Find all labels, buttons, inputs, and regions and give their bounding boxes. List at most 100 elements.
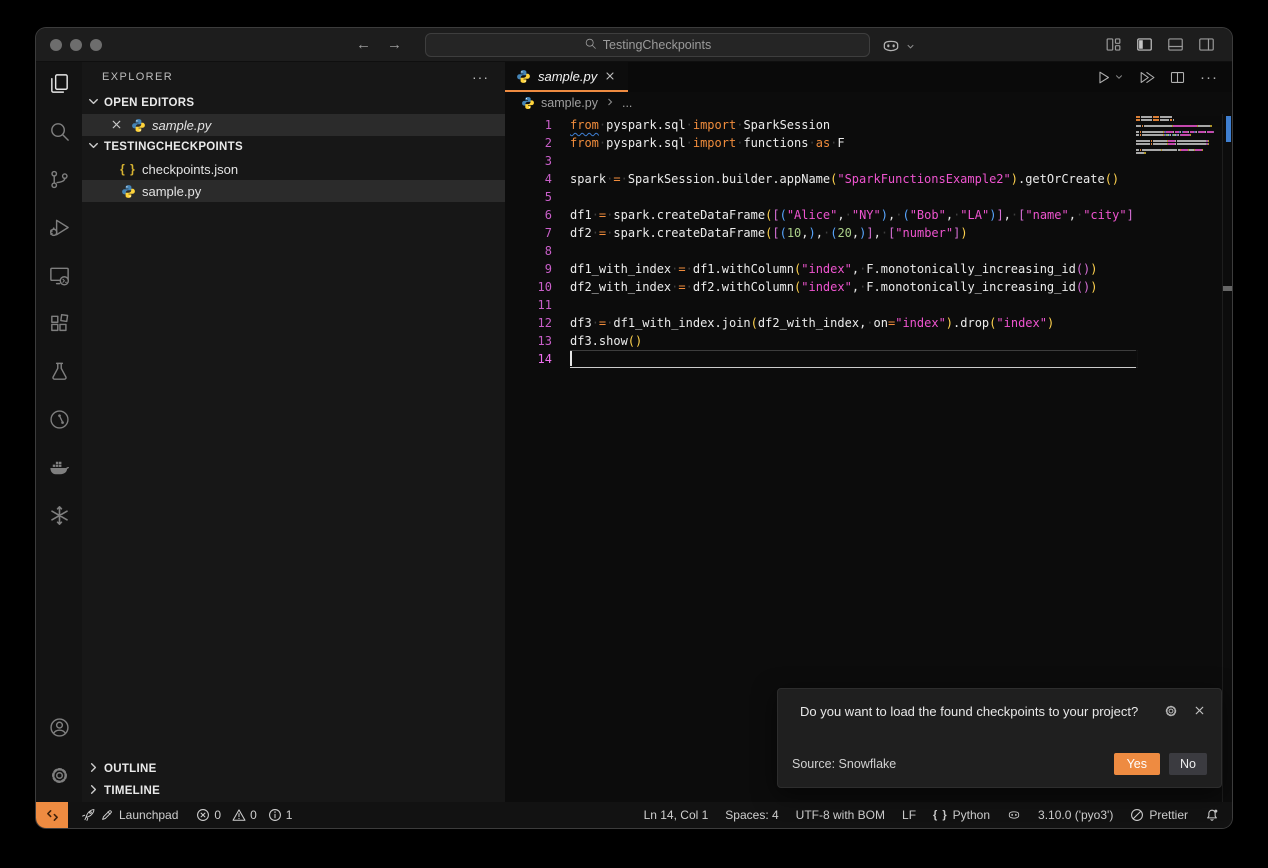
- copilot-menu[interactable]: [881, 36, 916, 56]
- code-line[interactable]: 12df3·=·df1_with_index.join(df2_with_ind…: [505, 314, 1232, 332]
- file-sample-py[interactable]: sample.py: [82, 180, 505, 202]
- code-line[interactable]: 14: [505, 350, 1232, 368]
- command-center-search[interactable]: TestingCheckpoints: [425, 33, 870, 57]
- status-launchpad[interactable]: Launchpad: [81, 808, 178, 822]
- code-line[interactable]: 7df2·=·spark.createDataFrame([(10,),·(20…: [505, 224, 1232, 242]
- activity-commit-graph[interactable]: [36, 398, 82, 446]
- json-file-icon: { }: [120, 161, 136, 177]
- code-line[interactable]: 3: [505, 152, 1232, 170]
- copilot-icon: [1007, 808, 1021, 822]
- status-problems[interactable]: 001: [196, 808, 292, 822]
- status-line-col[interactable]: Ln 14, Col 1: [644, 808, 709, 822]
- activity-bar: [36, 62, 82, 802]
- line-number: 14: [505, 350, 570, 368]
- info-small-icon: [268, 808, 282, 822]
- python-file-icon: [120, 183, 136, 199]
- docker-icon: [48, 456, 71, 484]
- run-python-file-button[interactable]: [1095, 69, 1124, 86]
- code-line[interactable]: 4spark·=·SparkSession.builder.appName("S…: [505, 170, 1232, 188]
- zoom-window-button[interactable]: [90, 39, 102, 51]
- line-number: 8: [505, 242, 570, 260]
- code-line[interactable]: 8: [505, 242, 1232, 260]
- history-nav: ← →: [356, 36, 402, 53]
- code-line[interactable]: 10df2_with_index·=·df2.withColumn("index…: [505, 278, 1232, 296]
- status-eol[interactable]: LF: [902, 808, 916, 822]
- chevron-right-icon: [604, 96, 616, 111]
- split-editor-button[interactable]: [1169, 69, 1186, 86]
- code-line[interactable]: 1from·pyspark.sql·import·SparkSession: [505, 116, 1232, 134]
- snowflake-icon: [48, 504, 71, 532]
- timeline-section-header[interactable]: TIMELINE: [82, 780, 505, 802]
- files-icon: [48, 72, 71, 100]
- explorer-sidebar: EXPLORER ··· OPEN EDITORS sample.py TEST…: [82, 62, 505, 802]
- activity-explorer[interactable]: [36, 62, 82, 110]
- activity-accounts[interactable]: [36, 706, 82, 754]
- python-file-icon: [130, 117, 146, 133]
- toggle-secondary-sidebar-icon[interactable]: [1197, 35, 1216, 54]
- workspace-section-header[interactable]: TESTINGCHECKPOINTS: [82, 136, 505, 158]
- line-number: 10: [505, 278, 570, 296]
- activity-extensions[interactable]: [36, 302, 82, 350]
- line-text: [570, 350, 1138, 368]
- overview-ruler[interactable]: [1222, 114, 1232, 802]
- remote-explorer-icon: [48, 264, 71, 292]
- gear-icon[interactable]: [1163, 703, 1179, 719]
- status-language-mode[interactable]: { }Python: [933, 808, 990, 822]
- code-line[interactable]: 9df1_with_index·=·df1.withColumn("index"…: [505, 260, 1232, 278]
- editor-more-actions-icon[interactable]: ···: [1200, 69, 1218, 86]
- error-icon: [196, 808, 210, 822]
- open-editor-sample-py[interactable]: sample.py: [82, 114, 505, 136]
- code-line[interactable]: 13df3.show(): [505, 332, 1232, 350]
- line-number: 6: [505, 206, 570, 224]
- status-formatter[interactable]: Prettier: [1130, 808, 1188, 822]
- activity-search[interactable]: [36, 110, 82, 158]
- chevron-down-icon: [1114, 72, 1124, 82]
- activity-settings[interactable]: [36, 754, 82, 802]
- activity-docker[interactable]: [36, 446, 82, 494]
- back-arrow-icon[interactable]: ←: [356, 36, 371, 53]
- customize-layout-icon[interactable]: [1104, 35, 1123, 54]
- run-all-button[interactable]: [1138, 69, 1155, 86]
- line-text: spark·=·SparkSession.builder.appName("Sp…: [570, 170, 1119, 188]
- code-line[interactable]: 6df1·=·spark.createDataFrame([("Alice",·…: [505, 206, 1232, 224]
- remote-indicator[interactable]: [36, 802, 68, 828]
- file-checkpoints-json[interactable]: { } checkpoints.json: [82, 158, 505, 180]
- close-editor-icon[interactable]: [110, 118, 124, 132]
- status-notifications-bell[interactable]: [1205, 808, 1219, 822]
- activity-testing[interactable]: [36, 350, 82, 398]
- toggle-panel-icon[interactable]: [1166, 35, 1185, 54]
- chevron-down-icon: [905, 41, 916, 52]
- line-text: df1·=·spark.createDataFrame([("Alice",·"…: [570, 206, 1134, 224]
- activity-run-and-debug[interactable]: [36, 206, 82, 254]
- close-tab-icon[interactable]: [604, 70, 617, 83]
- status-encoding[interactable]: UTF-8 with BOM: [796, 808, 885, 822]
- status-python-version[interactable]: 3.10.0 ('pyo3'): [1038, 808, 1113, 822]
- activity-source-control[interactable]: [36, 158, 82, 206]
- status-indentation[interactable]: Spaces: 4: [725, 808, 778, 822]
- close-window-button[interactable]: [50, 39, 62, 51]
- open-editors-section-header[interactable]: OPEN EDITORS: [82, 92, 505, 114]
- no-button[interactable]: No: [1169, 753, 1207, 775]
- code-line[interactable]: 2from·pyspark.sql·import·functions·as·F: [505, 134, 1232, 152]
- settings-icon: [48, 764, 71, 792]
- status-copilot-status[interactable]: [1007, 808, 1021, 822]
- activity-remote-explorer[interactable]: [36, 254, 82, 302]
- line-number: 3: [505, 152, 570, 170]
- outline-section-header[interactable]: OUTLINE: [82, 758, 505, 780]
- forward-arrow-icon[interactable]: →: [387, 36, 402, 53]
- code-line[interactable]: 5: [505, 188, 1232, 206]
- code-lines: 1from·pyspark.sql·import·SparkSession2fr…: [505, 116, 1232, 368]
- activity-snowflake[interactable]: [36, 494, 82, 542]
- toggle-primary-sidebar-icon[interactable]: [1135, 35, 1154, 54]
- code-line[interactable]: 11: [505, 296, 1232, 314]
- breadcrumb[interactable]: sample.py ...: [505, 92, 1232, 114]
- testing-icon: [48, 360, 71, 388]
- line-number: 12: [505, 314, 570, 332]
- bell-icon: [1205, 808, 1219, 822]
- tab-sample-py[interactable]: sample.py: [505, 62, 628, 92]
- tab-bar: sample.py ···: [505, 62, 1232, 92]
- explorer-more-actions-icon[interactable]: ···: [472, 69, 489, 85]
- close-icon[interactable]: [1193, 704, 1207, 718]
- yes-button[interactable]: Yes: [1114, 753, 1160, 775]
- minimize-window-button[interactable]: [70, 39, 82, 51]
